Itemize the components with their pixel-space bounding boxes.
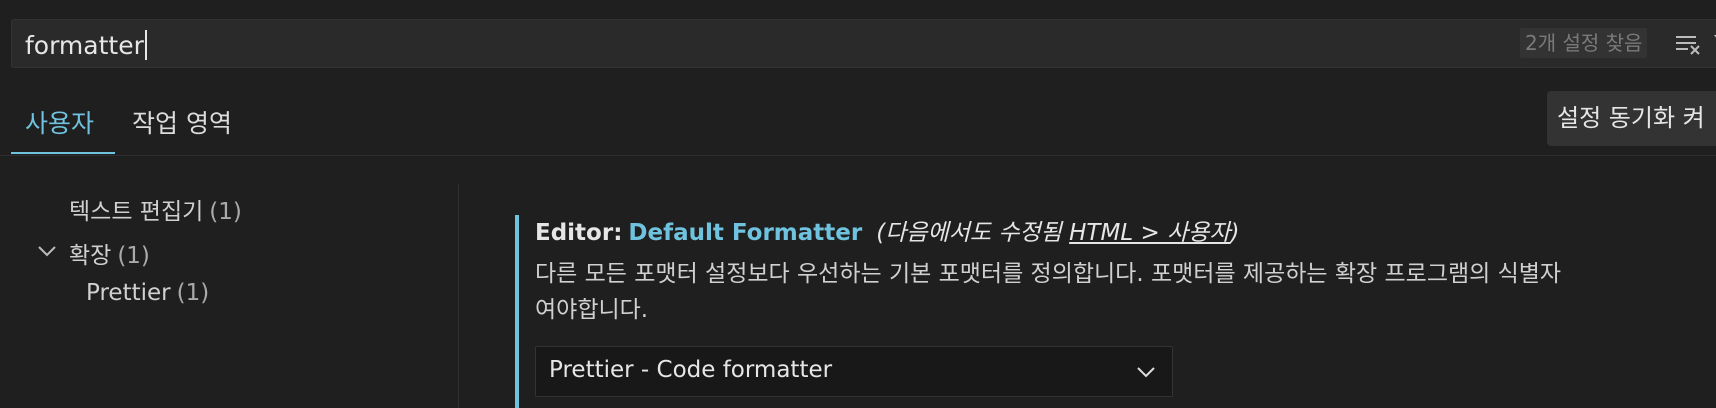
description-line: 여야합니다. bbox=[535, 297, 649, 323]
toc-item-label: 텍스트 편집기 bbox=[69, 199, 204, 225]
active-tab-indicator bbox=[11, 152, 115, 154]
modified-note-prefix: (다음에서도 수정됨 bbox=[876, 220, 1070, 246]
search-input[interactable]: formatter bbox=[25, 30, 147, 60]
dropdown-selected-value: Prettier - Code formatter bbox=[549, 357, 833, 383]
toc-item-prettier[interactable]: Prettier (1) bbox=[86, 280, 209, 306]
setting-title: Editor: Default Formatter (다음에서도 수정됨 HTML … bbox=[535, 213, 1240, 247]
toc-item-extensions[interactable]: 확장 (1) bbox=[69, 236, 150, 270]
setting-name: Default Formatter bbox=[628, 220, 863, 246]
toc-item-label: 확장 bbox=[69, 243, 112, 269]
setting-modified-note: (다음에서도 수정됨 HTML > 사용자) bbox=[876, 220, 1239, 246]
search-input-value: formatter bbox=[25, 31, 144, 60]
settings-search-bar[interactable]: formatter 2개 설정 찾음 bbox=[11, 19, 1716, 68]
toc-item-text-editor[interactable]: 텍스트 편집기 (1) bbox=[69, 192, 242, 226]
tab-user[interactable]: 사용자 bbox=[25, 104, 94, 140]
setting-focus-indicator bbox=[515, 215, 519, 408]
text-caret bbox=[144, 30, 147, 60]
toc-item-count: (1) bbox=[209, 199, 242, 225]
toc-item-count: (1) bbox=[117, 243, 150, 269]
clear-filter-icon[interactable] bbox=[1674, 32, 1702, 56]
toc-item-count: (1) bbox=[176, 280, 210, 306]
tabs-divider bbox=[0, 155, 1716, 156]
pane-divider bbox=[458, 184, 459, 408]
default-formatter-dropdown[interactable]: Prettier - Code formatter bbox=[535, 346, 1173, 397]
chevron-down-icon[interactable] bbox=[37, 244, 57, 258]
settings-sync-button[interactable]: 설정 동기화 켜 bbox=[1547, 91, 1716, 146]
description-line: 다른 모든 포맷터 설정보다 우선하는 기본 포맷터를 정의합니다. 포맷터를 … bbox=[535, 261, 1562, 287]
modified-elsewhere-link[interactable]: HTML > 사용자 bbox=[1069, 220, 1230, 246]
search-result-count: 2개 설정 찾음 bbox=[1520, 28, 1648, 58]
setting-description: 다른 모든 포맷터 설정보다 우선하는 기본 포맷터를 정의합니다. 포맷터를 … bbox=[535, 256, 1716, 328]
settings-editor: formatter 2개 설정 찾음 사용자 작업 영역 설정 동기화 켜 텍스… bbox=[0, 0, 1716, 408]
tab-workspace[interactable]: 작업 영역 bbox=[132, 104, 232, 140]
setting-category: Editor: bbox=[535, 220, 623, 246]
modified-note-suffix: ) bbox=[1230, 220, 1240, 246]
toc-item-label: Prettier bbox=[86, 280, 171, 306]
chevron-down-icon bbox=[1137, 367, 1155, 378]
